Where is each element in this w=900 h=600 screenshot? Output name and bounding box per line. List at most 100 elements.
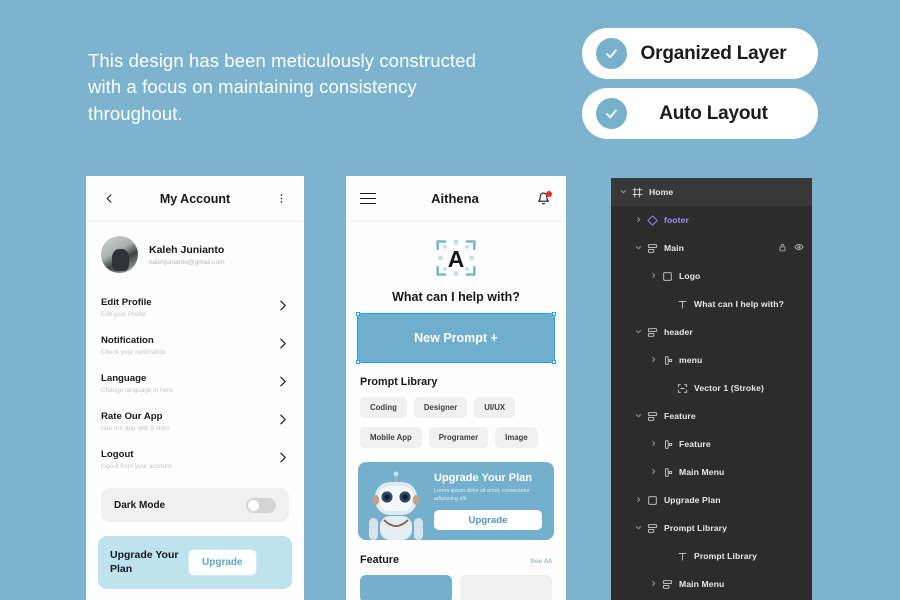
menu-item-title: Language xyxy=(101,373,147,384)
chevron-right-icon[interactable] xyxy=(647,356,659,365)
avatar xyxy=(101,236,138,273)
selection-handle[interactable] xyxy=(356,312,360,316)
feature-card[interactable] xyxy=(460,575,552,600)
feature-card-row xyxy=(360,575,552,600)
layer-label: menu xyxy=(679,355,703,365)
selection-handle[interactable] xyxy=(356,360,360,364)
chevron-right-icon[interactable] xyxy=(647,468,659,477)
tag-ui-ux[interactable]: UI/UX xyxy=(474,397,516,418)
menu-item-edit-profile[interactable]: Edit Profile Edit your Profile xyxy=(101,289,289,327)
layer-label: Home xyxy=(649,187,674,197)
chevron-right-icon[interactable] xyxy=(647,272,659,281)
layer-row-home[interactable]: Home xyxy=(611,178,812,206)
layer-row-vector-1-stroke[interactable]: Vector 1 (Stroke) xyxy=(611,374,812,402)
badge-auto-layout[interactable]: Auto Layout xyxy=(582,88,818,139)
tag-designer[interactable]: Designer xyxy=(413,397,468,418)
upgrade-banner-title: Upgrade Your Plan xyxy=(434,471,533,484)
dark-mode-toggle[interactable] xyxy=(246,497,276,513)
layer-row-upgrade-plan[interactable]: Upgrade Plan xyxy=(611,486,812,514)
selection-handle[interactable] xyxy=(552,360,556,364)
prompt-tag-row-1: Coding Designer UI/UX xyxy=(360,397,552,418)
more-vertical-icon[interactable] xyxy=(272,193,290,204)
layer-row-what-can-i-help-with[interactable]: What can I help with? xyxy=(611,290,812,318)
profile-email: kalehjunianto@gmail.com xyxy=(149,258,225,266)
layer-row-header[interactable]: header xyxy=(611,318,812,346)
tag-image[interactable]: Image xyxy=(495,427,538,448)
chevron-right-icon[interactable] xyxy=(647,440,659,449)
eye-icon[interactable] xyxy=(794,242,804,254)
new-prompt-button[interactable]: New Prompt + xyxy=(357,313,555,363)
layer-row-main-menu[interactable]: Main Menu xyxy=(611,570,812,598)
aithena-logo: A xyxy=(346,236,566,280)
layer-label: Main Menu xyxy=(679,579,725,589)
hamburger-icon[interactable] xyxy=(360,192,376,205)
menu-item-rate-our-app[interactable]: Rate Our App rate our app with 5 stars xyxy=(101,403,289,441)
prompt-library-header: Prompt Library xyxy=(360,376,552,388)
logo-bracket-a-icon: A xyxy=(436,240,476,276)
toggle-knob xyxy=(248,499,259,511)
figma-layers-panel: Home footer Main Logo What can I help with? h… xyxy=(611,178,812,600)
chevron-down-icon[interactable] xyxy=(632,412,644,421)
menu-item-title: Notification xyxy=(101,335,154,346)
upgrade-plan-title: Upgrade Your Plan xyxy=(110,549,179,575)
chevron-right-icon[interactable] xyxy=(632,496,644,505)
chevron-down-icon[interactable] xyxy=(632,328,644,337)
menu-item-subtitle: Edit your Profile xyxy=(101,311,147,318)
menu-item-language[interactable]: Language Change language in here xyxy=(101,365,289,403)
account-menu-list: Edit Profile Edit your Profile Notificat… xyxy=(86,285,304,479)
upgrade-banner-button[interactable]: Upgrade xyxy=(434,510,542,531)
bell-icon[interactable] xyxy=(534,191,552,205)
menu-item-subtitle: Change language in here xyxy=(101,387,173,394)
layer-row-feature[interactable]: Feature xyxy=(611,430,812,458)
layer-row-prompt-library[interactable]: Prompt Library xyxy=(611,542,812,570)
tag-coding[interactable]: Coding xyxy=(360,397,407,418)
see-all-link[interactable]: See All xyxy=(530,558,552,565)
layer-tools xyxy=(778,242,804,254)
layer-row-footer[interactable]: footer xyxy=(611,206,812,234)
chevron-right-icon xyxy=(276,413,289,431)
menu-item-notification[interactable]: Notification Check your notification xyxy=(101,327,289,365)
autolayout-icon xyxy=(644,411,660,422)
menu-item-logout[interactable]: Logout logout from your account xyxy=(101,441,289,479)
lock-icon[interactable] xyxy=(778,243,787,254)
robot-illustration xyxy=(358,462,434,540)
section-title: Feature xyxy=(360,554,400,566)
selection-handle[interactable] xyxy=(552,312,556,316)
feature-badge-list: Organized Layer Auto Layout xyxy=(582,28,818,148)
chevron-right-icon[interactable] xyxy=(632,216,644,225)
vector-icon xyxy=(674,383,690,394)
chevron-right-icon xyxy=(276,337,289,355)
prompt-tag-row-2: Mobile App Programer Image xyxy=(360,427,552,448)
layer-label: header xyxy=(664,327,693,337)
tag-mobile-app[interactable]: Mobile App xyxy=(360,427,422,448)
layer-label: footer xyxy=(664,215,689,225)
layer-row-menu[interactable]: menu xyxy=(611,346,812,374)
chevron-left-icon[interactable] xyxy=(100,193,118,204)
phone-screen-aithena-home: Aithena A What can I help with? New Prom… xyxy=(346,176,566,600)
text-icon xyxy=(674,299,690,310)
layer-row-logo[interactable]: Logo xyxy=(611,262,812,290)
layer-row-main-menu[interactable]: Main Menu xyxy=(611,458,812,486)
layer-row-feature[interactable]: Feature xyxy=(611,402,812,430)
layer-row-main[interactable]: Main xyxy=(611,234,812,262)
chevron-right-icon[interactable] xyxy=(647,580,659,589)
badge-organized-layer[interactable]: Organized Layer xyxy=(582,28,818,79)
profile-summary[interactable]: Kaleh Junianto kalehjunianto@gmail.com xyxy=(86,222,304,285)
chevron-down-icon[interactable] xyxy=(632,524,644,533)
chevron-down-icon[interactable] xyxy=(617,188,629,197)
frame-icon xyxy=(629,187,645,198)
upgrade-plan-card: Upgrade Your Plan Upgrade xyxy=(98,536,292,589)
layer-row-prompt-library[interactable]: Prompt Library xyxy=(611,514,812,542)
tag-programer[interactable]: Programer xyxy=(428,427,489,448)
menu-item-title: Edit Profile xyxy=(101,297,152,308)
app-title: Aithena xyxy=(431,191,479,206)
dark-mode-setting: Dark Mode xyxy=(101,488,289,522)
feature-card[interactable] xyxy=(360,575,452,600)
layer-label: Logo xyxy=(679,271,701,281)
home-topbar: Aithena xyxy=(346,176,566,222)
layer-label: Vector 1 (Stroke) xyxy=(694,383,764,393)
menu-item-subtitle: Check your notification xyxy=(101,349,166,356)
chevron-right-icon xyxy=(276,375,289,393)
chevron-down-icon[interactable] xyxy=(632,244,644,253)
upgrade-button[interactable]: Upgrade xyxy=(188,549,257,576)
